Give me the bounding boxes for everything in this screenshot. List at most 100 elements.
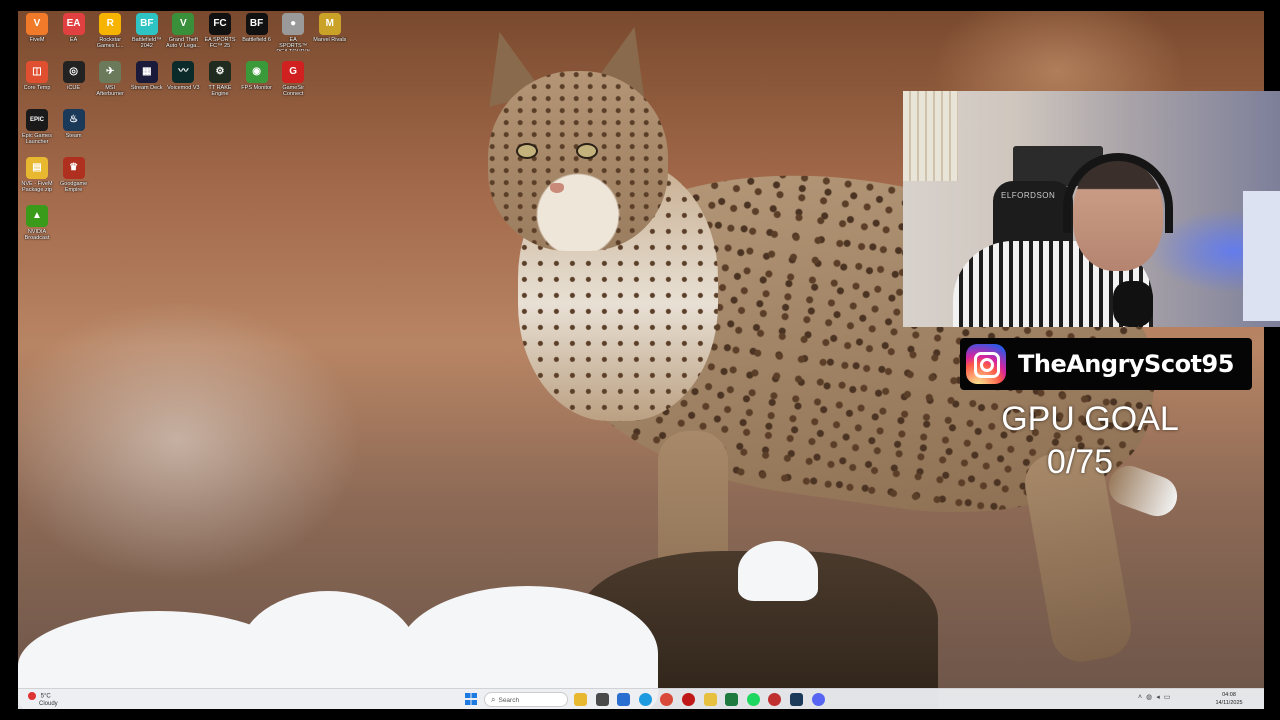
desktop-icon[interactable]: R Rockstar Games L...: [92, 13, 128, 61]
webcam-monitor: [1243, 191, 1280, 321]
desktop-icon[interactable]: ▲ NVIDIA Broadcast: [19, 205, 55, 253]
steam-icon[interactable]: [790, 693, 803, 706]
desktop-icon[interactable]: ♛ Goodgame Empire: [56, 157, 92, 205]
task-view-icon[interactable]: [595, 693, 609, 706]
app-icon: G: [282, 61, 305, 83]
app-icon: ▤: [26, 157, 48, 179]
desktop-icon[interactable]: ◎ iCUE: [56, 61, 92, 109]
instagram-handle: TheAngryScot95: [1018, 350, 1234, 378]
app-icon: BF: [245, 13, 268, 35]
search-placeholder: Search: [498, 697, 520, 704]
weather-widget[interactable]: 5°C Cloudy: [28, 692, 58, 708]
desktop-icon[interactable]: BF Battlefield 6: [239, 13, 275, 61]
desktop-icon-label: EA: [69, 37, 78, 43]
app-icon: BF: [135, 13, 158, 35]
app-icon: FC: [209, 13, 231, 35]
desktop-icon[interactable]: ◫ Core Temp: [19, 61, 55, 109]
microphone: [1113, 281, 1153, 327]
desktop-icon[interactable]: G GameSir Connect: [275, 61, 311, 109]
webcam-window-blind: [903, 91, 958, 181]
app-icon: ▲: [26, 205, 48, 227]
desktop-icon-label: TT RAKE Engine: [208, 85, 232, 97]
app-icon: ♛: [62, 157, 85, 179]
clock[interactable]: 04:08 14/11/2025: [1206, 691, 1252, 707]
system-tray[interactable]: ˄◍◂▭: [1138, 693, 1174, 701]
discord-icon[interactable]: [811, 693, 825, 706]
desktop-icon[interactable]: V Grand Theft Auto V Lega...: [165, 13, 201, 61]
desktop-icon[interactable]: BF Battlefield™ 2042: [129, 13, 165, 61]
chrome-icon[interactable]: [660, 693, 674, 706]
desktop-icon-label: Battlefield™ 2042: [131, 37, 162, 49]
webcam-overlay: ELFORDSON: [903, 91, 1280, 327]
desktop-icon-label: Grand Theft Auto V Lega...: [165, 37, 201, 49]
chevron-up-icon[interactable]: ˄: [1138, 694, 1146, 701]
desktop-icon[interactable]: M Marvel Rivals: [312, 13, 348, 61]
desktop-icon[interactable]: ▦ Stream Deck: [129, 61, 165, 109]
clock-date: 14/11/2025: [1215, 700, 1243, 706]
desktop-icon-label: NVIDIA Broadcast: [24, 229, 50, 241]
app-circle-icon[interactable]: [768, 693, 782, 706]
weather-desc: Cloudy: [39, 700, 58, 707]
desktop-icon[interactable]: ▤ NVE - FiveM Package.zip: [19, 157, 55, 205]
desktop-icon[interactable]: FC EA SPORTS FC™ 25: [202, 13, 238, 61]
weather-icon: [28, 692, 36, 700]
app-icon: V: [26, 13, 48, 35]
app-icon: 〰: [172, 61, 195, 83]
app-icon: M: [318, 13, 341, 35]
app-icon: ◎: [62, 61, 85, 83]
desktop-icon-label: MSI Afterburner: [96, 85, 124, 97]
chair-brand-text: ELFORDSON: [1001, 191, 1056, 200]
desktop-icon[interactable]: ✈ MSI Afterburner: [92, 61, 128, 109]
desktop-icon-label: GameSir Connect: [282, 85, 305, 97]
volume-icon[interactable]: ◂: [1156, 694, 1164, 701]
file-explorer-icon[interactable]: [574, 693, 587, 706]
app-icon: ✈: [99, 61, 122, 83]
weather-temp: 5°C: [40, 693, 51, 700]
desktop-icon-label: FPS Monitor: [241, 85, 272, 91]
taskbar-search[interactable]: ⌕ Search: [484, 692, 568, 707]
app-icon: ▦: [135, 61, 158, 83]
desktop-icon-label: Voicemod V3: [167, 85, 200, 91]
start-button[interactable]: [465, 693, 477, 705]
desktop-icon-label: EA SPORTS™ PGA TOUR™: [276, 37, 310, 51]
gpu-goal-title: GPU GOAL: [1001, 400, 1179, 438]
app-icon: R: [99, 13, 122, 35]
spotify-icon[interactable]: [746, 693, 760, 706]
instagram-badge: TheAngryScot95: [960, 338, 1252, 390]
network-icon[interactable]: ◍: [1146, 694, 1156, 701]
desktop-icon[interactable]: EA EA: [56, 13, 92, 61]
desktop-icon-label: NVE - FiveM Package.zip: [21, 181, 53, 193]
desktop-icon-label: Epic Games Launcher: [22, 133, 52, 145]
desktop-icon-label: Marvel Rivals: [313, 37, 347, 43]
desktop-icon[interactable]: V FiveM: [19, 13, 55, 61]
desktop-icon-label: FiveM: [29, 37, 45, 43]
app-icon: V: [172, 13, 195, 35]
battery-icon[interactable]: ▭: [1164, 694, 1175, 701]
desktop-icon-label: Steam: [65, 133, 82, 139]
desktop-icon[interactable]: ◉ FPS Monitor: [239, 61, 275, 109]
gpu-goal-value: 0/75: [1046, 443, 1114, 481]
desktop-icon[interactable]: ● EA SPORTS™ PGA TOUR™: [275, 13, 311, 61]
desktop-icon[interactable]: 〰 Voicemod V3: [165, 61, 201, 109]
app-icon: ♨: [62, 109, 85, 131]
desktop-icon[interactable]: ⚙ TT RAKE Engine: [202, 61, 238, 109]
desktop-icon[interactable]: ♨ Steam: [56, 109, 92, 157]
excel-icon[interactable]: [725, 693, 739, 706]
desktop-icon-label: EA SPORTS FC™ 25: [204, 37, 236, 49]
app-icon: EA: [62, 13, 85, 35]
app-red-icon[interactable]: [682, 693, 695, 706]
edge-icon[interactable]: [638, 693, 652, 706]
folder-icon[interactable]: [703, 693, 717, 706]
clock-time: 04:08: [1222, 692, 1236, 698]
desktop-icon-label: Rockstar Games L...: [96, 37, 124, 49]
taskbar: 5°C Cloudy ⌕ Search ˄◍◂▭ 04:08 14/11/2025: [18, 688, 1264, 709]
desktop-icon[interactable]: EPIC Epic Games Launcher: [19, 109, 55, 157]
store-icon[interactable]: [617, 693, 631, 706]
app-icon: ◉: [245, 61, 268, 83]
desktop-icon-label: Stream Deck: [130, 85, 163, 91]
app-icon: ◫: [26, 61, 48, 83]
desktop-icon-label: iCUE: [67, 85, 81, 91]
search-icon: ⌕: [491, 695, 496, 704]
app-icon: ●: [282, 13, 305, 35]
app-icon: ⚙: [209, 61, 231, 83]
